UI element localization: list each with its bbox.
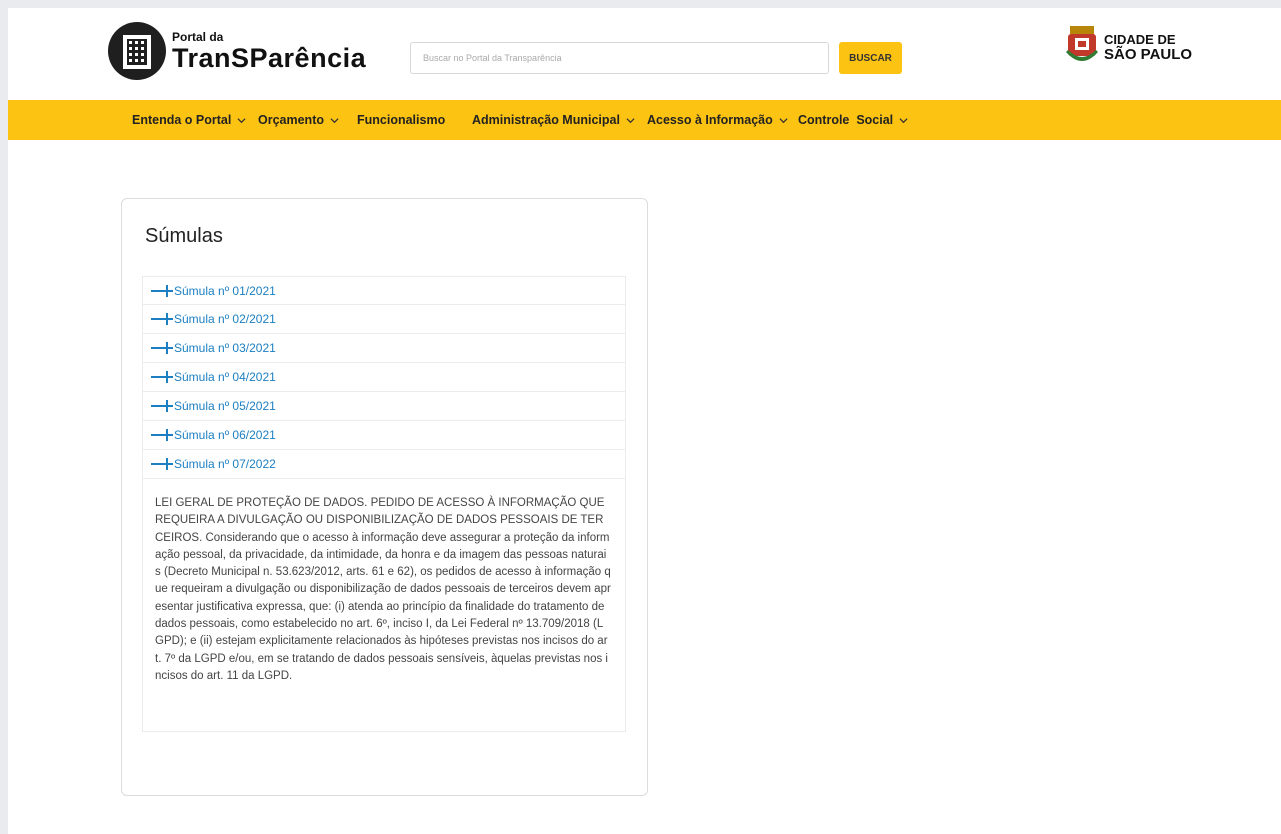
nav-item-label: Orçamento — [258, 113, 324, 127]
accordion-item-expanded[interactable]: Súmula nº 07/2022 — [142, 450, 626, 479]
city-crest-icon — [1066, 26, 1098, 61]
accordion-item[interactable]: Súmula nº 06/2021 — [142, 421, 626, 450]
page: Portal da TranSParência BUSCAR CIDADE DE… — [8, 8, 1281, 834]
logo-title: TranSParência — [172, 42, 367, 73]
city-name-line1: CIDADE DE — [1104, 31, 1176, 47]
accordion-item-label: Súmula nº 04/2021 — [174, 370, 276, 384]
nav-item-orcamento[interactable]: Orçamento — [258, 100, 339, 140]
accordion-panel: LEI GERAL DE PROTEÇÃO DE DADOS. PEDIDO D… — [142, 479, 626, 732]
chevron-down-icon — [626, 117, 635, 123]
nav-item-label: Entenda o Portal — [132, 113, 232, 127]
accordion-item-label: Súmula nº 02/2021 — [174, 312, 276, 326]
nav-item-entenda-o-portal[interactable]: Entenda o Portal — [132, 100, 246, 140]
plus-icon — [151, 429, 173, 441]
accordion-item[interactable]: Súmula nº 02/2021 — [142, 305, 626, 334]
accordion-item-label: Súmula nº 03/2021 — [174, 341, 276, 355]
accordion-item[interactable]: Súmula nº 03/2021 — [142, 334, 626, 363]
sumula-text: LEI GERAL DE PROTEÇÃO DE DADOS. PEDIDO D… — [155, 497, 611, 682]
accordion-item[interactable]: Súmula nº 05/2021 — [142, 392, 626, 421]
chevron-down-icon — [899, 117, 908, 123]
plus-icon — [151, 458, 173, 470]
chevron-down-icon — [330, 117, 339, 123]
accordion-item-label: Súmula nº 06/2021 — [174, 428, 276, 442]
nav-item-administracao-municipal[interactable]: Administração Municipal — [472, 100, 635, 140]
building-icon — [108, 22, 166, 80]
search-input[interactable] — [410, 42, 829, 74]
logo-subtitle: Portal da — [172, 29, 224, 44]
sumulas-card: Súmulas Súmula nº 01/2021 Súmula nº 02/2… — [121, 198, 648, 796]
accordion-item-label: Súmula nº 05/2021 — [174, 399, 276, 413]
plus-icon — [151, 342, 173, 354]
nav-item-funcionalismo[interactable]: Funcionalismo — [357, 100, 445, 140]
plus-icon — [151, 400, 173, 412]
city-name-line2: SÃO PAULO — [1104, 45, 1193, 63]
accordion-item-label: Súmula nº 01/2021 — [174, 283, 276, 298]
nav-item-label: Funcionalismo — [357, 113, 446, 127]
accordion-item[interactable]: Súmula nº 04/2021 — [142, 363, 626, 392]
search-button[interactable]: BUSCAR — [839, 42, 902, 74]
plus-icon — [151, 313, 173, 325]
plus-icon — [151, 371, 173, 383]
header: Portal da TranSParência BUSCAR CIDADE DE… — [8, 8, 1281, 100]
nav-item-label: Acesso à Informação — [647, 113, 773, 127]
main-nav: Entenda o Portal Orçamento Funcionalismo… — [8, 100, 1281, 140]
accordion-item-label: Súmula nº 07/2022 — [174, 457, 276, 471]
page-title: Súmulas — [145, 225, 223, 247]
portal-logo[interactable]: Portal da TranSParência — [108, 22, 366, 80]
nav-item-label: Administração Municipal — [472, 113, 620, 127]
nav-item-label: Controle Social — [798, 113, 894, 127]
chevron-down-icon — [779, 117, 788, 123]
sumulas-accordion: Súmula nº 01/2021 Súmula nº 02/2021 Súmu… — [142, 276, 626, 732]
accordion-item[interactable]: Súmula nº 01/2021 — [142, 276, 626, 305]
city-logo[interactable]: CIDADE DE SÃO PAULO — [1066, 26, 1192, 68]
chevron-down-icon — [237, 117, 246, 123]
nav-item-acesso-a-informacao[interactable]: Acesso à Informação — [647, 100, 788, 140]
plus-icon — [151, 284, 173, 297]
nav-item-controle-social[interactable]: Controle Social — [798, 100, 908, 140]
